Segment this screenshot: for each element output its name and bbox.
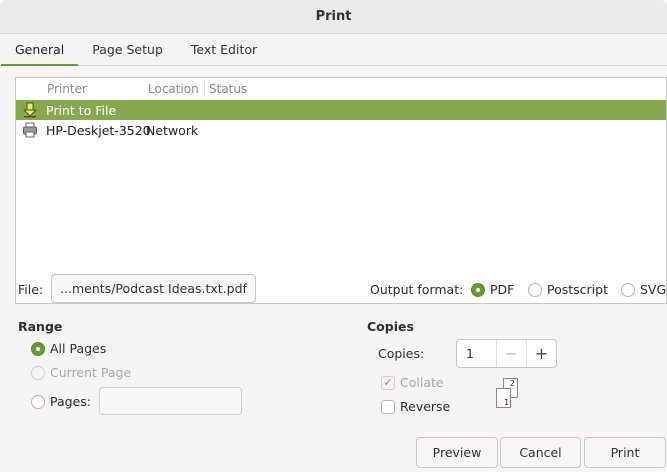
- collate-checkbox[interactable]: ✓ Collate: [381, 375, 444, 390]
- range-title: Range: [18, 319, 63, 334]
- tab-bar: General Page Setup Text Editor: [0, 34, 667, 66]
- collate-preview-icon: 2 1: [494, 378, 524, 412]
- range-pages-radio[interactable]: Pages:: [31, 394, 91, 409]
- printer-row-hp-deskjet[interactable]: HP-Deskjet-3520 Network: [16, 120, 666, 140]
- increment-button[interactable]: +: [526, 340, 556, 367]
- radio-indicator: [31, 394, 45, 409]
- sheet-front: 1: [496, 388, 511, 408]
- preview-button[interactable]: Preview: [416, 437, 498, 468]
- reverse-checkbox[interactable]: Reverse: [381, 399, 450, 414]
- file-path: ...ments/Podcast Ideas.txt.pdf: [60, 281, 247, 296]
- printer-icon: [22, 122, 38, 138]
- printer-list-header: Printer Location Status: [16, 78, 666, 100]
- column-header-status[interactable]: Status: [209, 82, 247, 96]
- tab-text-editor[interactable]: Text Editor: [177, 34, 271, 66]
- check-icon: ✓: [381, 375, 395, 390]
- radio-indicator: [31, 365, 45, 380]
- column-header-printer[interactable]: Printer: [47, 82, 87, 96]
- window-title: Print: [315, 9, 352, 24]
- decrement-button[interactable]: −: [496, 340, 526, 367]
- format-svg-label: SVG: [640, 282, 667, 297]
- cancel-button[interactable]: Cancel: [500, 437, 581, 468]
- reverse-label: Reverse: [400, 399, 451, 414]
- copies-value[interactable]: 1: [457, 346, 496, 361]
- format-svg-radio[interactable]: SVG: [621, 282, 666, 297]
- range-current-page-radio[interactable]: Current Page: [31, 365, 131, 380]
- checkbox-box: [381, 399, 395, 414]
- file-label: File:: [18, 282, 44, 297]
- copies-title: Copies: [367, 319, 414, 334]
- format-postscript-radio[interactable]: Postscript: [528, 282, 608, 297]
- range-current-page-label: Current Page: [50, 365, 132, 380]
- printer-row-print-to-file[interactable]: Print to File: [16, 100, 666, 120]
- radio-indicator: [528, 282, 542, 297]
- range-pages-label: Pages:: [50, 394, 91, 409]
- tab-general[interactable]: General: [1, 34, 79, 66]
- tab-page-setup[interactable]: Page Setup: [78, 34, 177, 66]
- format-pdf-label: PDF: [490, 282, 515, 297]
- output-format-label: Output format:: [370, 282, 464, 297]
- file-chooser-button[interactable]: ...ments/Podcast Ideas.txt.pdf: [51, 274, 256, 303]
- copies-spinner: 1 − +: [456, 339, 557, 368]
- radio-indicator: [31, 341, 45, 356]
- printer-name: HP-Deskjet-3520: [46, 122, 151, 138]
- title-bar[interactable]: Print: [0, 0, 667, 34]
- range-all-pages-label: All Pages: [50, 341, 107, 356]
- column-header-location[interactable]: Location: [148, 80, 205, 96]
- download-icon: [22, 102, 38, 118]
- pages-range-input[interactable]: [99, 387, 242, 415]
- format-pdf-radio[interactable]: PDF: [471, 282, 514, 297]
- radio-indicator: [471, 282, 485, 297]
- printer-name: Print to File: [46, 102, 117, 118]
- copies-label: Copies:: [378, 346, 425, 361]
- print-button[interactable]: Print: [584, 437, 666, 468]
- format-postscript-label: Postscript: [547, 282, 608, 297]
- range-all-pages-radio[interactable]: All Pages: [31, 341, 106, 356]
- print-dialog: General Page Setup Text Editor Printer L…: [0, 34, 667, 472]
- printer-location: Network: [146, 122, 199, 138]
- printer-list[interactable]: Printer Location Status Print to File HP…: [15, 77, 667, 304]
- radio-indicator: [621, 282, 635, 297]
- collate-label: Collate: [400, 375, 444, 390]
